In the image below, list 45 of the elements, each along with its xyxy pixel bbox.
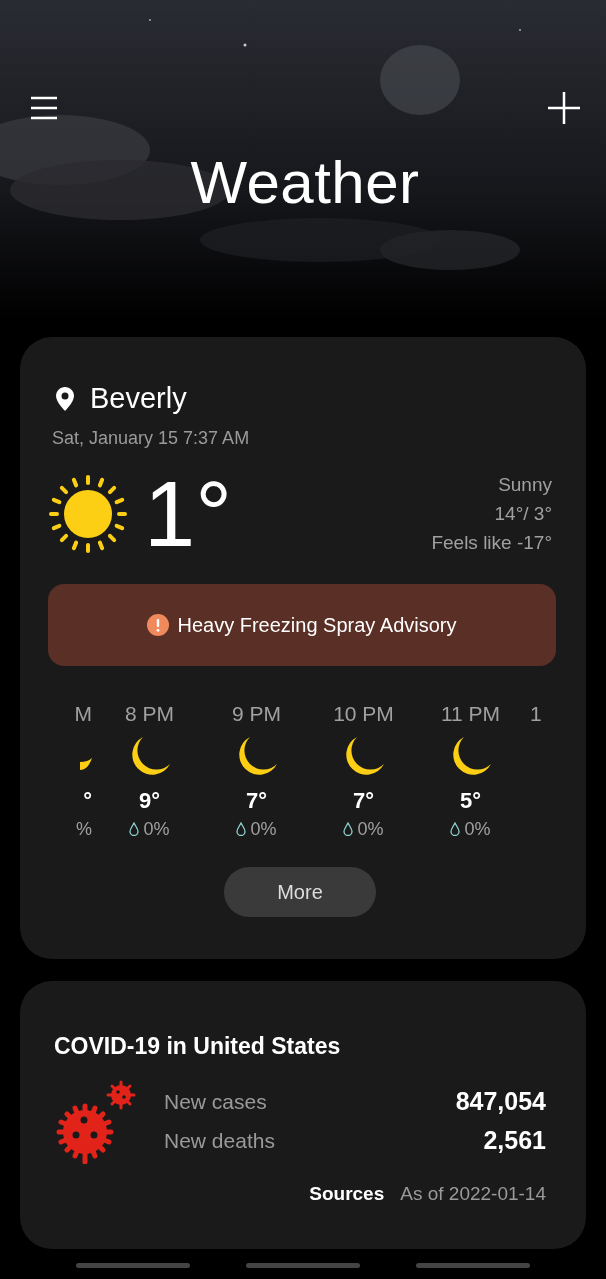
hour-temperature: °	[83, 787, 92, 813]
menu-icon[interactable]	[30, 96, 58, 120]
precipitation-chance: 0%	[250, 817, 277, 841]
location-name[interactable]: Beverly	[90, 377, 187, 421]
hour-label: M	[74, 700, 92, 727]
high-low-temperature: 14°/ 3°	[493, 502, 552, 526]
hour-label: 1	[530, 700, 542, 727]
precipitation-chance: %	[76, 817, 92, 841]
nav-bar-key[interactable]	[246, 1263, 360, 1268]
precipitation-chance: 0%	[464, 817, 491, 841]
date-time: Sat, January 15 7:37 AM	[52, 426, 251, 450]
app-title: Weather	[189, 148, 421, 218]
precipitation-chance: 0%	[143, 817, 170, 841]
stat-label: New deaths	[164, 1128, 275, 1155]
precipitation-chance: 0%	[357, 817, 384, 841]
hour-label: 8 PM	[125, 700, 174, 727]
warning-icon	[147, 613, 170, 636]
feels-like-temperature: Feels like -17°	[431, 531, 552, 555]
raindrop-icon	[450, 822, 461, 836]
weather-alert[interactable]: Heavy Freezing Spray Advisory	[48, 583, 556, 666]
location-pin-icon	[56, 386, 74, 411]
hour-temperature: 7°	[245, 787, 267, 813]
alert-text: Heavy Freezing Spray Advisory	[177, 612, 457, 638]
stat-value: 847,054	[455, 1086, 546, 1118]
hour-temperature: 7°	[352, 787, 374, 813]
sun-icon	[48, 473, 128, 554]
nav-bar-key[interactable]	[76, 1263, 190, 1268]
as-of-date: As of 2022-01-14	[400, 1181, 546, 1206]
raindrop-icon	[343, 822, 354, 836]
current-temperature: 1°	[144, 467, 232, 560]
raindrop-icon	[236, 822, 247, 836]
sources-link[interactable]: Sources	[309, 1179, 385, 1208]
more-button[interactable]: More	[224, 866, 376, 917]
stat-label: New cases	[164, 1089, 267, 1116]
stat-value: 2,561	[483, 1125, 546, 1157]
hour-label: 11 PM	[440, 700, 501, 727]
hour-label: 9 PM	[232, 700, 281, 727]
raindrop-icon	[129, 822, 140, 836]
weather-condition: Sunny	[497, 473, 552, 497]
add-icon[interactable]	[548, 92, 580, 124]
hour-temperature: 5°	[459, 787, 481, 813]
hour-label: 10 PM	[333, 700, 394, 727]
hour-temperature: 9°	[138, 787, 160, 813]
card-title: COVID-19 in United States	[54, 1032, 342, 1061]
nav-bar-key[interactable]	[416, 1263, 530, 1268]
